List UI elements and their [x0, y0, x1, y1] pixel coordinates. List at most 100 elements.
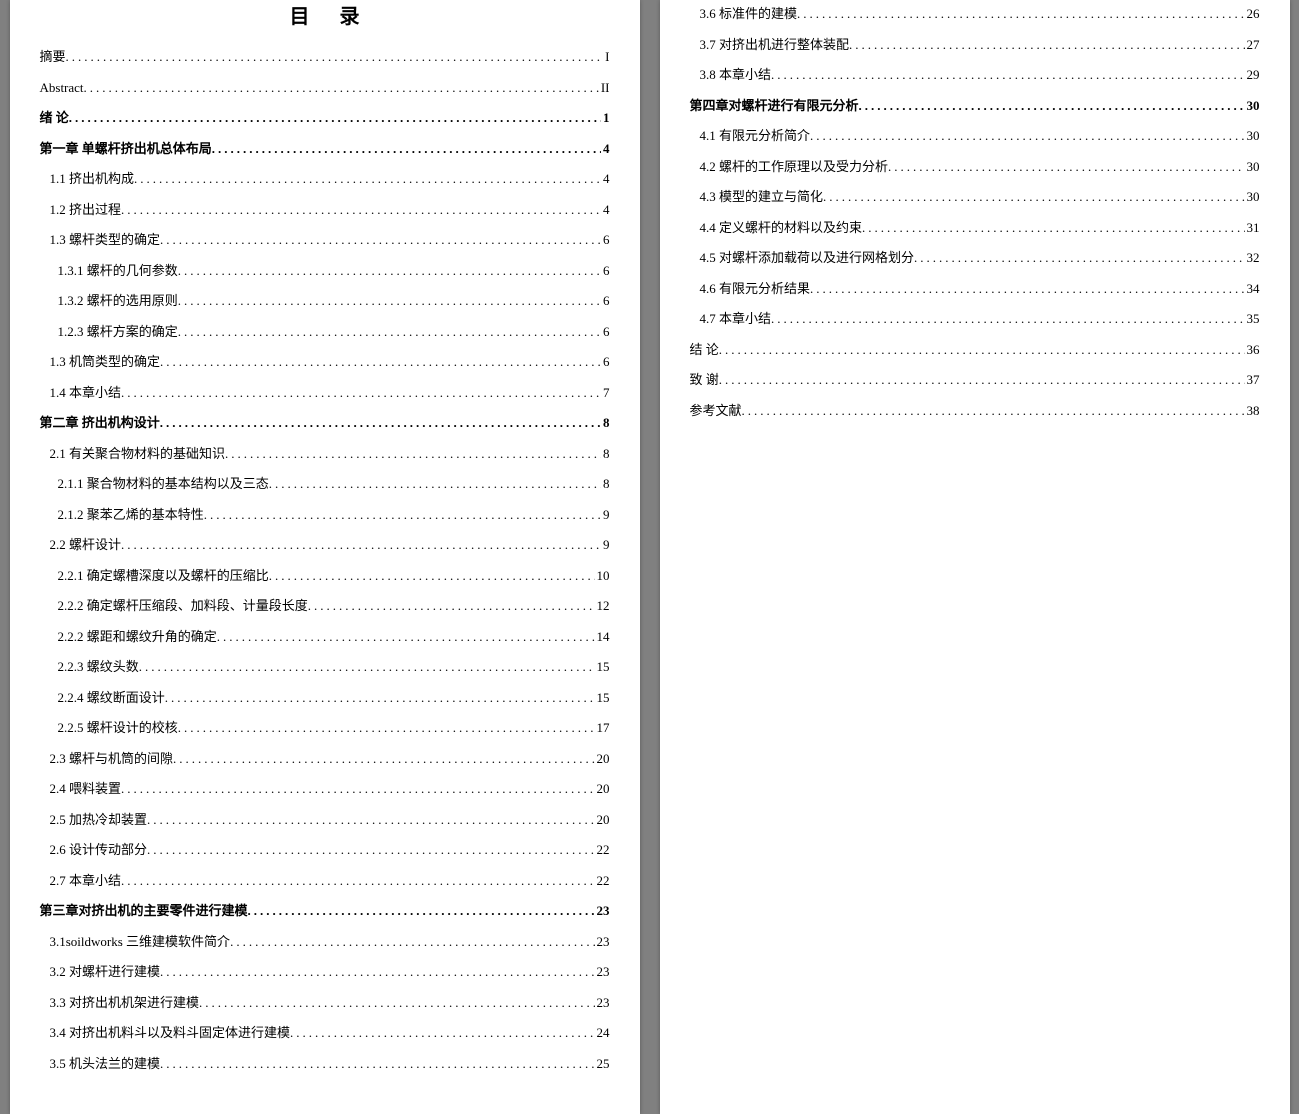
toc-entry: 绪 论1	[40, 108, 610, 130]
toc-entry: 1.3 机筒类型的确定6	[40, 352, 610, 374]
toc-entry-label: 1.2 挤出过程	[50, 200, 122, 220]
toc-entry-page: 23	[595, 932, 610, 952]
toc-dots	[212, 139, 601, 159]
toc-entry-label: 2.2.5 螺杆设计的校核	[58, 718, 178, 738]
toc-entry-label: 4.4 定义螺杆的材料以及约束	[700, 218, 863, 238]
toc-entry-label: 3.1soildworks 三维建模软件简介	[50, 932, 231, 952]
toc-entry: 3.1soildworks 三维建模软件简介 23	[40, 932, 610, 954]
toc-entry: 1.2.3 螺杆方案的确定6	[40, 322, 610, 344]
toc-entry-label: 3.7 对挤出机进行整体装配	[700, 35, 850, 55]
toc-entry-label: 4.3 模型的建立与简化	[700, 187, 824, 207]
toc-dots	[178, 322, 601, 342]
toc-entry-page: 27	[1245, 35, 1260, 55]
toc-entry-label: 2.2 螺杆设计	[50, 535, 122, 555]
toc-dots	[797, 4, 1244, 24]
toc-entry-page: 1	[601, 108, 610, 128]
toc-entry-label: 2.2.4 螺纹断面设计	[58, 688, 165, 708]
toc-dots	[121, 535, 601, 555]
toc-entry: 致 谢37	[690, 370, 1260, 392]
toc-dots	[160, 413, 601, 433]
toc-dots	[66, 47, 604, 67]
toc-entry-label: 1.4 本章小结	[50, 383, 122, 403]
toc-entry-page: 14	[595, 627, 610, 647]
toc-dots	[160, 962, 594, 982]
toc-dots	[173, 749, 594, 769]
toc-entry: 摘要I	[40, 47, 610, 69]
toc-entry-page: 6	[601, 352, 610, 372]
toc-entry: 2.2.2 确定螺杆压缩段、加料段、计量段长度 12	[40, 596, 610, 618]
toc-entry-label: 第三章对挤出机的主要零件进行建模	[40, 901, 248, 921]
toc-entry-label: 2.5 加热冷却装置	[50, 810, 148, 830]
toc-entry: 参考文献38	[690, 401, 1260, 423]
toc-entry-page: 30	[1245, 126, 1260, 146]
toc-dots	[160, 1054, 594, 1074]
toc-entry: 第三章对挤出机的主要零件进行建模23	[40, 901, 610, 923]
toc-entry-label: 3.4 对挤出机料斗以及料斗固定体进行建模	[50, 1023, 291, 1043]
toc-entry-page: 38	[1245, 401, 1260, 421]
toc-entry: 2.1.2 聚苯乙烯的基本特性9	[40, 505, 610, 527]
toc-entry-page: 15	[595, 657, 610, 677]
toc-title: 目录	[40, 0, 610, 29]
toc-entry-label: 1.3.2 螺杆的选用原则	[58, 291, 178, 311]
toc-entry-label: 2.4 喂料装置	[50, 779, 122, 799]
toc-dots	[823, 187, 1244, 207]
toc-dots	[165, 688, 595, 708]
toc-entry-page: 36	[1245, 340, 1260, 360]
toc-entry-page: 20	[595, 749, 610, 769]
toc-dots	[862, 218, 1244, 238]
toc-entry-label: 2.2.1 确定螺槽深度以及螺杆的压缩比	[58, 566, 269, 586]
toc-entry-label: 第一章 单螺杆挤出机总体布局	[40, 139, 212, 159]
toc-entry: 1.2 挤出过程4	[40, 200, 610, 222]
toc-entry: 2.1 有关聚合物材料的基础知识8	[40, 444, 610, 466]
toc-entry-page: 17	[595, 718, 610, 738]
toc-entry-page: 4	[601, 169, 610, 189]
toc-entry-page: 32	[1245, 248, 1260, 268]
toc-entry-label: 3.3 对挤出机机架进行建模	[50, 993, 200, 1013]
toc-entry-label: 2.3 螺杆与机筒的间隙	[50, 749, 174, 769]
toc-dots	[178, 261, 601, 281]
toc-dots	[742, 401, 1245, 421]
toc-dots	[771, 65, 1244, 85]
toc-entry: 3.6 标准件的建模26	[690, 4, 1260, 26]
toc-entry-label: 4.5 对螺杆添加载荷以及进行网格划分	[700, 248, 915, 268]
toc-entry-label: 3.6 标准件的建模	[700, 4, 798, 24]
toc-entry-page: 35	[1245, 309, 1260, 329]
toc-entry-label: 1.3 螺杆类型的确定	[50, 230, 161, 250]
toc-entry-page: 8	[601, 474, 610, 494]
toc-entry-page: 24	[595, 1023, 610, 1043]
toc-entry: 2.7 本章小结22	[40, 871, 610, 893]
toc-entry-label: 2.1.2 聚苯乙烯的基本特性	[58, 505, 204, 525]
toc-entry: 2.2.5 螺杆设计的校核 17	[40, 718, 610, 740]
toc-entry: 第四章对螺杆进行有限元分析30	[690, 96, 1260, 118]
toc-entry: 3.3 对挤出机机架进行建模 23	[40, 993, 610, 1015]
toc-entry: 1.3 螺杆类型的确定6	[40, 230, 610, 252]
toc-entry-label: 1.2.3 螺杆方案的确定	[58, 322, 178, 342]
toc-entry: 4.6 有限元分析结果34	[690, 279, 1260, 301]
toc-entry-page: 6	[601, 261, 610, 281]
toc-dots	[147, 810, 594, 830]
toc-dots	[178, 718, 595, 738]
toc-entry-label: 2.2.2 确定螺杆压缩段、加料段、计量段长度	[58, 596, 308, 616]
toc-dots	[290, 1023, 594, 1043]
toc-entry-page: 23	[595, 993, 610, 1013]
toc-entry-label: 2.1.1 聚合物材料的基本结构以及三态	[58, 474, 269, 494]
toc-dots	[849, 35, 1244, 55]
toc-entry-page: 37	[1245, 370, 1260, 390]
toc-entry: 3.4 对挤出机料斗以及料斗固定体进行建模 24	[40, 1023, 610, 1045]
toc-dots	[139, 657, 595, 677]
toc-list-left: 摘要IAbstractII绪 论1第一章 单螺杆挤出机总体布局41.1 挤出机构…	[40, 47, 610, 1075]
toc-entry-page: 10	[595, 566, 610, 586]
toc-entry-page: 25	[595, 1054, 610, 1074]
toc-entry-label: 结 论	[690, 340, 719, 360]
toc-entry-page: 20	[595, 779, 610, 799]
toc-entry: 2.2.4 螺纹断面设计15	[40, 688, 610, 710]
toc-entry-page: 12	[595, 596, 610, 616]
toc-entry-label: 3.5 机头法兰的建模	[50, 1054, 161, 1074]
toc-dots	[217, 627, 595, 647]
toc-entry: 第一章 单螺杆挤出机总体布局4	[40, 139, 610, 161]
toc-dots	[719, 340, 1245, 360]
toc-dots	[160, 230, 601, 250]
toc-entry-page: 29	[1245, 65, 1260, 85]
toc-entry-page: 31	[1245, 218, 1260, 238]
toc-dots	[134, 169, 601, 189]
